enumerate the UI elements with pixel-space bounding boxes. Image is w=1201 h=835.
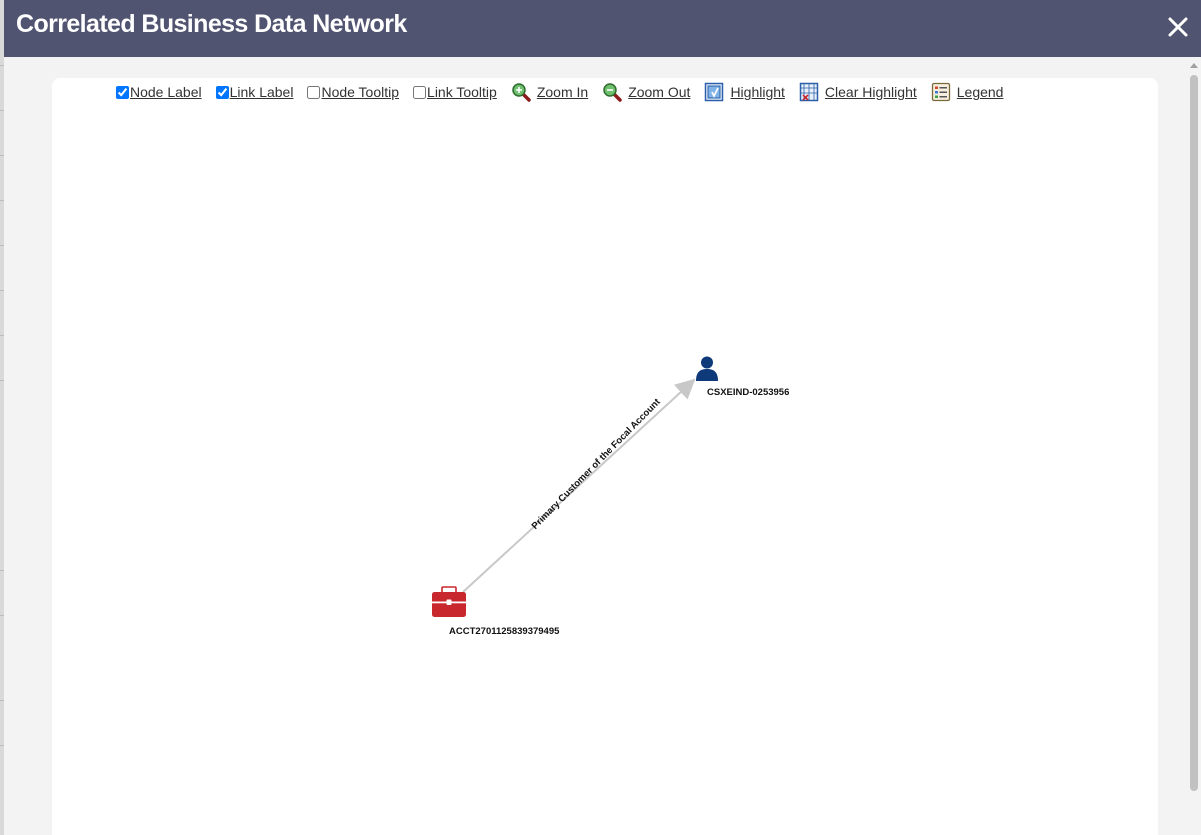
zoom-in-button[interactable]: Zoom In bbox=[511, 82, 588, 102]
link-label-text: Link Label bbox=[229, 84, 294, 100]
link-label-checkbox[interactable] bbox=[215, 85, 229, 99]
node-tooltip-toggle[interactable]: Node Tooltip bbox=[307, 84, 399, 100]
highlight-button[interactable]: Highlight bbox=[704, 82, 785, 102]
clear-highlight-button[interactable]: Clear Highlight bbox=[799, 82, 917, 102]
legend-icon bbox=[931, 82, 950, 102]
zoom-in-icon bbox=[512, 83, 531, 102]
legend-label: Legend bbox=[956, 84, 1004, 100]
close-icon[interactable] bbox=[1163, 12, 1193, 42]
zoom-out-label: Zoom Out bbox=[628, 84, 691, 100]
vertical-scrollbar[interactable] bbox=[1187, 57, 1201, 835]
modal-header: Correlated Business Data Network bbox=[4, 0, 1201, 57]
zoom-out-icon bbox=[603, 83, 622, 102]
network-modal: Correlated Business Data Network bbox=[4, 0, 1201, 835]
network-panel bbox=[52, 78, 1158, 835]
highlight-icon bbox=[705, 82, 724, 102]
link-label-toggle[interactable]: Link Label bbox=[215, 84, 294, 100]
clear-highlight-icon bbox=[799, 82, 819, 102]
modal-title: Correlated Business Data Network bbox=[16, 10, 407, 38]
zoom-out-button[interactable]: Zoom Out bbox=[602, 82, 690, 102]
node-label-checkbox[interactable] bbox=[116, 85, 129, 99]
link-tooltip-checkbox[interactable] bbox=[413, 85, 427, 99]
node-tooltip-text: Node Tooltip bbox=[321, 84, 400, 100]
legend-button[interactable]: Legend bbox=[931, 82, 1004, 102]
clear-highlight-label: Clear Highlight bbox=[824, 84, 917, 100]
highlight-label: Highlight bbox=[730, 84, 785, 100]
link-tooltip-toggle[interactable]: Link Tooltip bbox=[413, 84, 497, 100]
zoom-in-label: Zoom In bbox=[536, 84, 589, 100]
node-label-text: Node Label bbox=[130, 84, 202, 100]
scroll-up-arrow-icon[interactable] bbox=[1190, 63, 1198, 68]
network-toolbar: Node Label Link Label Node Tooltip Link … bbox=[116, 80, 1017, 104]
link-tooltip-text: Link Tooltip bbox=[427, 84, 497, 100]
node-tooltip-checkbox[interactable] bbox=[307, 85, 321, 99]
node-customer-label: CSXEIND-0253956 bbox=[707, 387, 789, 398]
node-label-toggle[interactable]: Node Label bbox=[116, 84, 202, 100]
node-account-label: ACCT2701125839379495 bbox=[449, 626, 560, 637]
scrollbar-thumb[interactable] bbox=[1190, 75, 1198, 791]
